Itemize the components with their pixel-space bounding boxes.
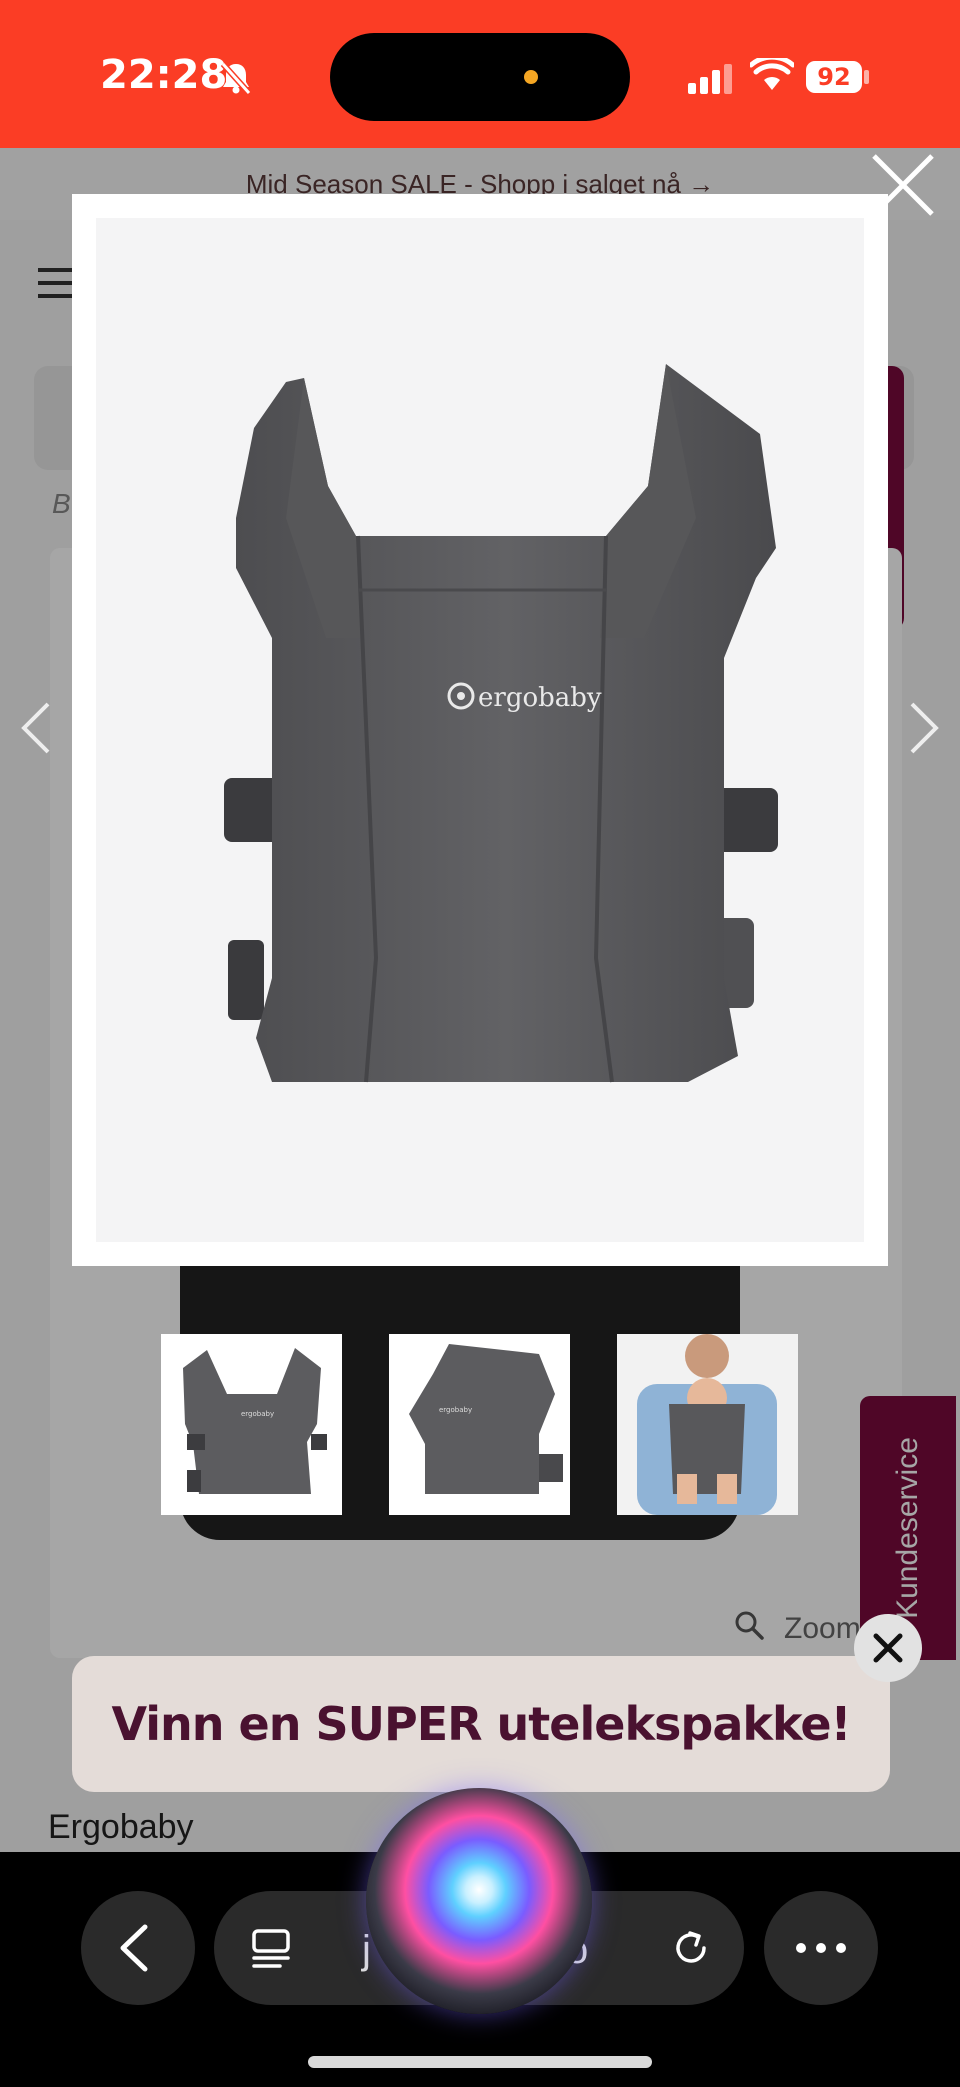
svg-text:ergobaby: ergobaby (241, 1410, 274, 1418)
thumbnail-3[interactable] (617, 1334, 798, 1515)
thumbnail-2[interactable]: ergobaby (389, 1334, 570, 1515)
contest-banner-text[interactable]: Vinn en SUPER utelekspakke! (111, 1697, 851, 1751)
home-indicator[interactable] (308, 2056, 652, 2068)
wifi-icon (748, 54, 796, 97)
bell-muted-icon (218, 60, 254, 101)
thumbnail-1[interactable]: ergobaby (161, 1334, 342, 1515)
address-text-start[interactable]: j (362, 1928, 371, 1973)
reload-icon (676, 1931, 706, 1963)
battery-indicator: 92 (806, 61, 862, 93)
chevron-left-icon[interactable] (18, 700, 54, 761)
dynamic-island (330, 33, 630, 121)
back-button[interactable] (81, 1891, 195, 2005)
battery-nub (864, 70, 869, 84)
contest-banner[interactable]: Vinn en SUPER utelekspakke! (72, 1656, 890, 1792)
carrier-logo-text: ergobaby (478, 683, 602, 713)
cellular-signal-icon (688, 64, 734, 99)
more-button[interactable] (764, 1891, 878, 2005)
svg-text:ergobaby: ergobaby (439, 1406, 472, 1414)
siri-orb[interactable] (366, 1788, 592, 2014)
lightbox-close-icon[interactable] (868, 150, 938, 225)
lightbox-product-image[interactable]: ergobaby (96, 218, 864, 1242)
page-menu-icon (252, 1929, 290, 1968)
chevron-right-icon[interactable] (906, 700, 942, 761)
status-time: 22:28 (100, 52, 228, 98)
privacy-indicator-dot (524, 70, 538, 84)
close-icon[interactable] (854, 1614, 922, 1682)
